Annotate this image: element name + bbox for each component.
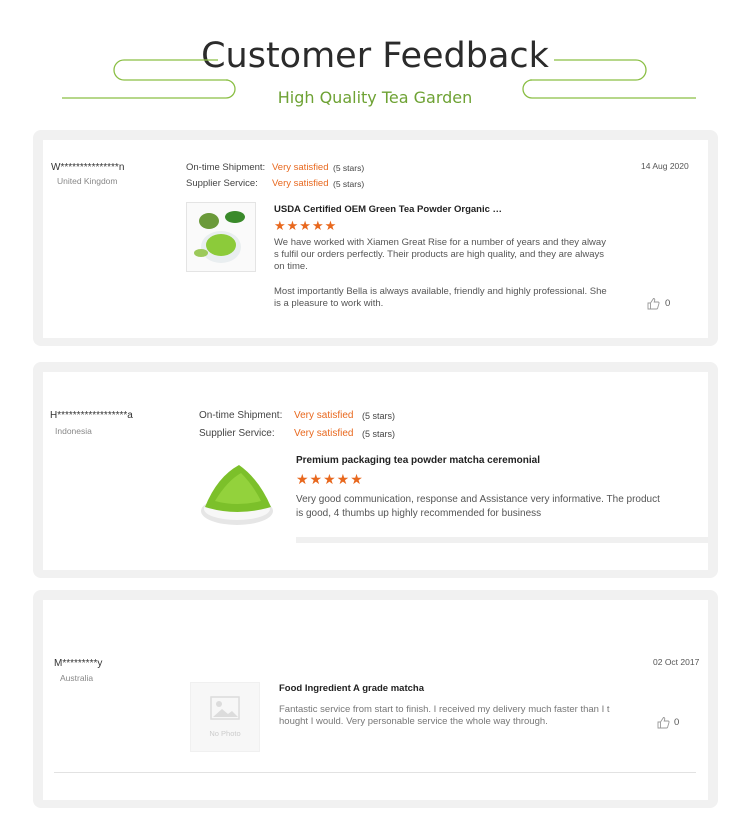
review-card-1: W***************n United Kingdom On-time… <box>33 130 718 346</box>
thumbs-up-icon[interactable] <box>647 297 660 310</box>
shipment-stars: (5 stars) <box>333 163 365 173</box>
like-count: 0 <box>665 298 671 309</box>
supplier-value: Very satisfied <box>294 428 354 439</box>
reviewer-country: Australia <box>60 673 94 683</box>
review-text-2: Most importantly Bella is always availab… <box>274 286 607 309</box>
left-ribbon-decoration <box>62 59 236 99</box>
review-card-body: W***************n United Kingdom On-time… <box>43 140 708 338</box>
reviewer-name: H******************a <box>50 410 133 421</box>
product-title[interactable]: Premium packaging tea powder matcha cere… <box>296 455 596 466</box>
product-title[interactable]: USDA Certified OEM Green Tea Powder Orga… <box>274 204 504 215</box>
reviewer-name: W***************n <box>51 162 125 173</box>
shipment-label: On-time Shipment: <box>186 162 266 173</box>
supplier-label: Supplier Service: <box>186 178 258 189</box>
review-card-body: M*********y Australia 02 Oct 2017 No Pho… <box>43 600 708 800</box>
review-card-body: H******************a Indonesia On-time S… <box>43 372 708 570</box>
scrollbar-track[interactable] <box>296 537 708 543</box>
matcha-cup-image <box>187 203 255 271</box>
shipment-value: Very satisfied <box>294 410 354 421</box>
shipment-stars: (5 stars) <box>362 411 396 421</box>
no-photo-icon <box>210 696 240 720</box>
no-photo-label: No Photo <box>209 729 241 738</box>
reviewer-country: Indonesia <box>55 426 92 436</box>
product-image-placeholder[interactable]: No Photo <box>190 682 260 752</box>
thumbs-up-icon[interactable] <box>657 716 670 729</box>
divider <box>54 772 696 773</box>
review-text: We have worked with Xiamen Great Rise fo… <box>274 237 606 272</box>
reviewer-country: United Kingdom <box>57 176 118 186</box>
review-card-2: H******************a Indonesia On-time S… <box>33 362 718 578</box>
matcha-powder-image <box>199 455 275 531</box>
review-text: Fantastic service from start to finish. … <box>279 704 610 727</box>
product-image[interactable] <box>199 455 275 531</box>
review-date: 02 Oct 2017 <box>653 657 700 667</box>
right-ribbon-decoration <box>522 59 696 99</box>
rating-stars: ★★★★★ <box>296 471 364 487</box>
review-date: 14 Aug 2020 <box>641 161 689 171</box>
supplier-stars: (5 stars) <box>362 429 396 439</box>
supplier-value: Very satisfied <box>272 178 329 189</box>
like-count: 0 <box>674 717 680 728</box>
review-text: Very good communication, response and As… <box>296 494 660 519</box>
product-image[interactable] <box>186 202 256 272</box>
supplier-stars: (5 stars) <box>333 179 365 189</box>
shipment-value: Very satisfied <box>272 162 329 173</box>
shipment-label: On-time Shipment: <box>199 410 283 421</box>
product-title[interactable]: Food Ingredient A grade matcha <box>279 683 579 694</box>
review-card-3: M*********y Australia 02 Oct 2017 No Pho… <box>33 590 718 808</box>
reviewer-name: M*********y <box>54 658 103 669</box>
rating-stars: ★★★★★ <box>274 218 338 233</box>
supplier-label: Supplier Service: <box>199 428 275 439</box>
